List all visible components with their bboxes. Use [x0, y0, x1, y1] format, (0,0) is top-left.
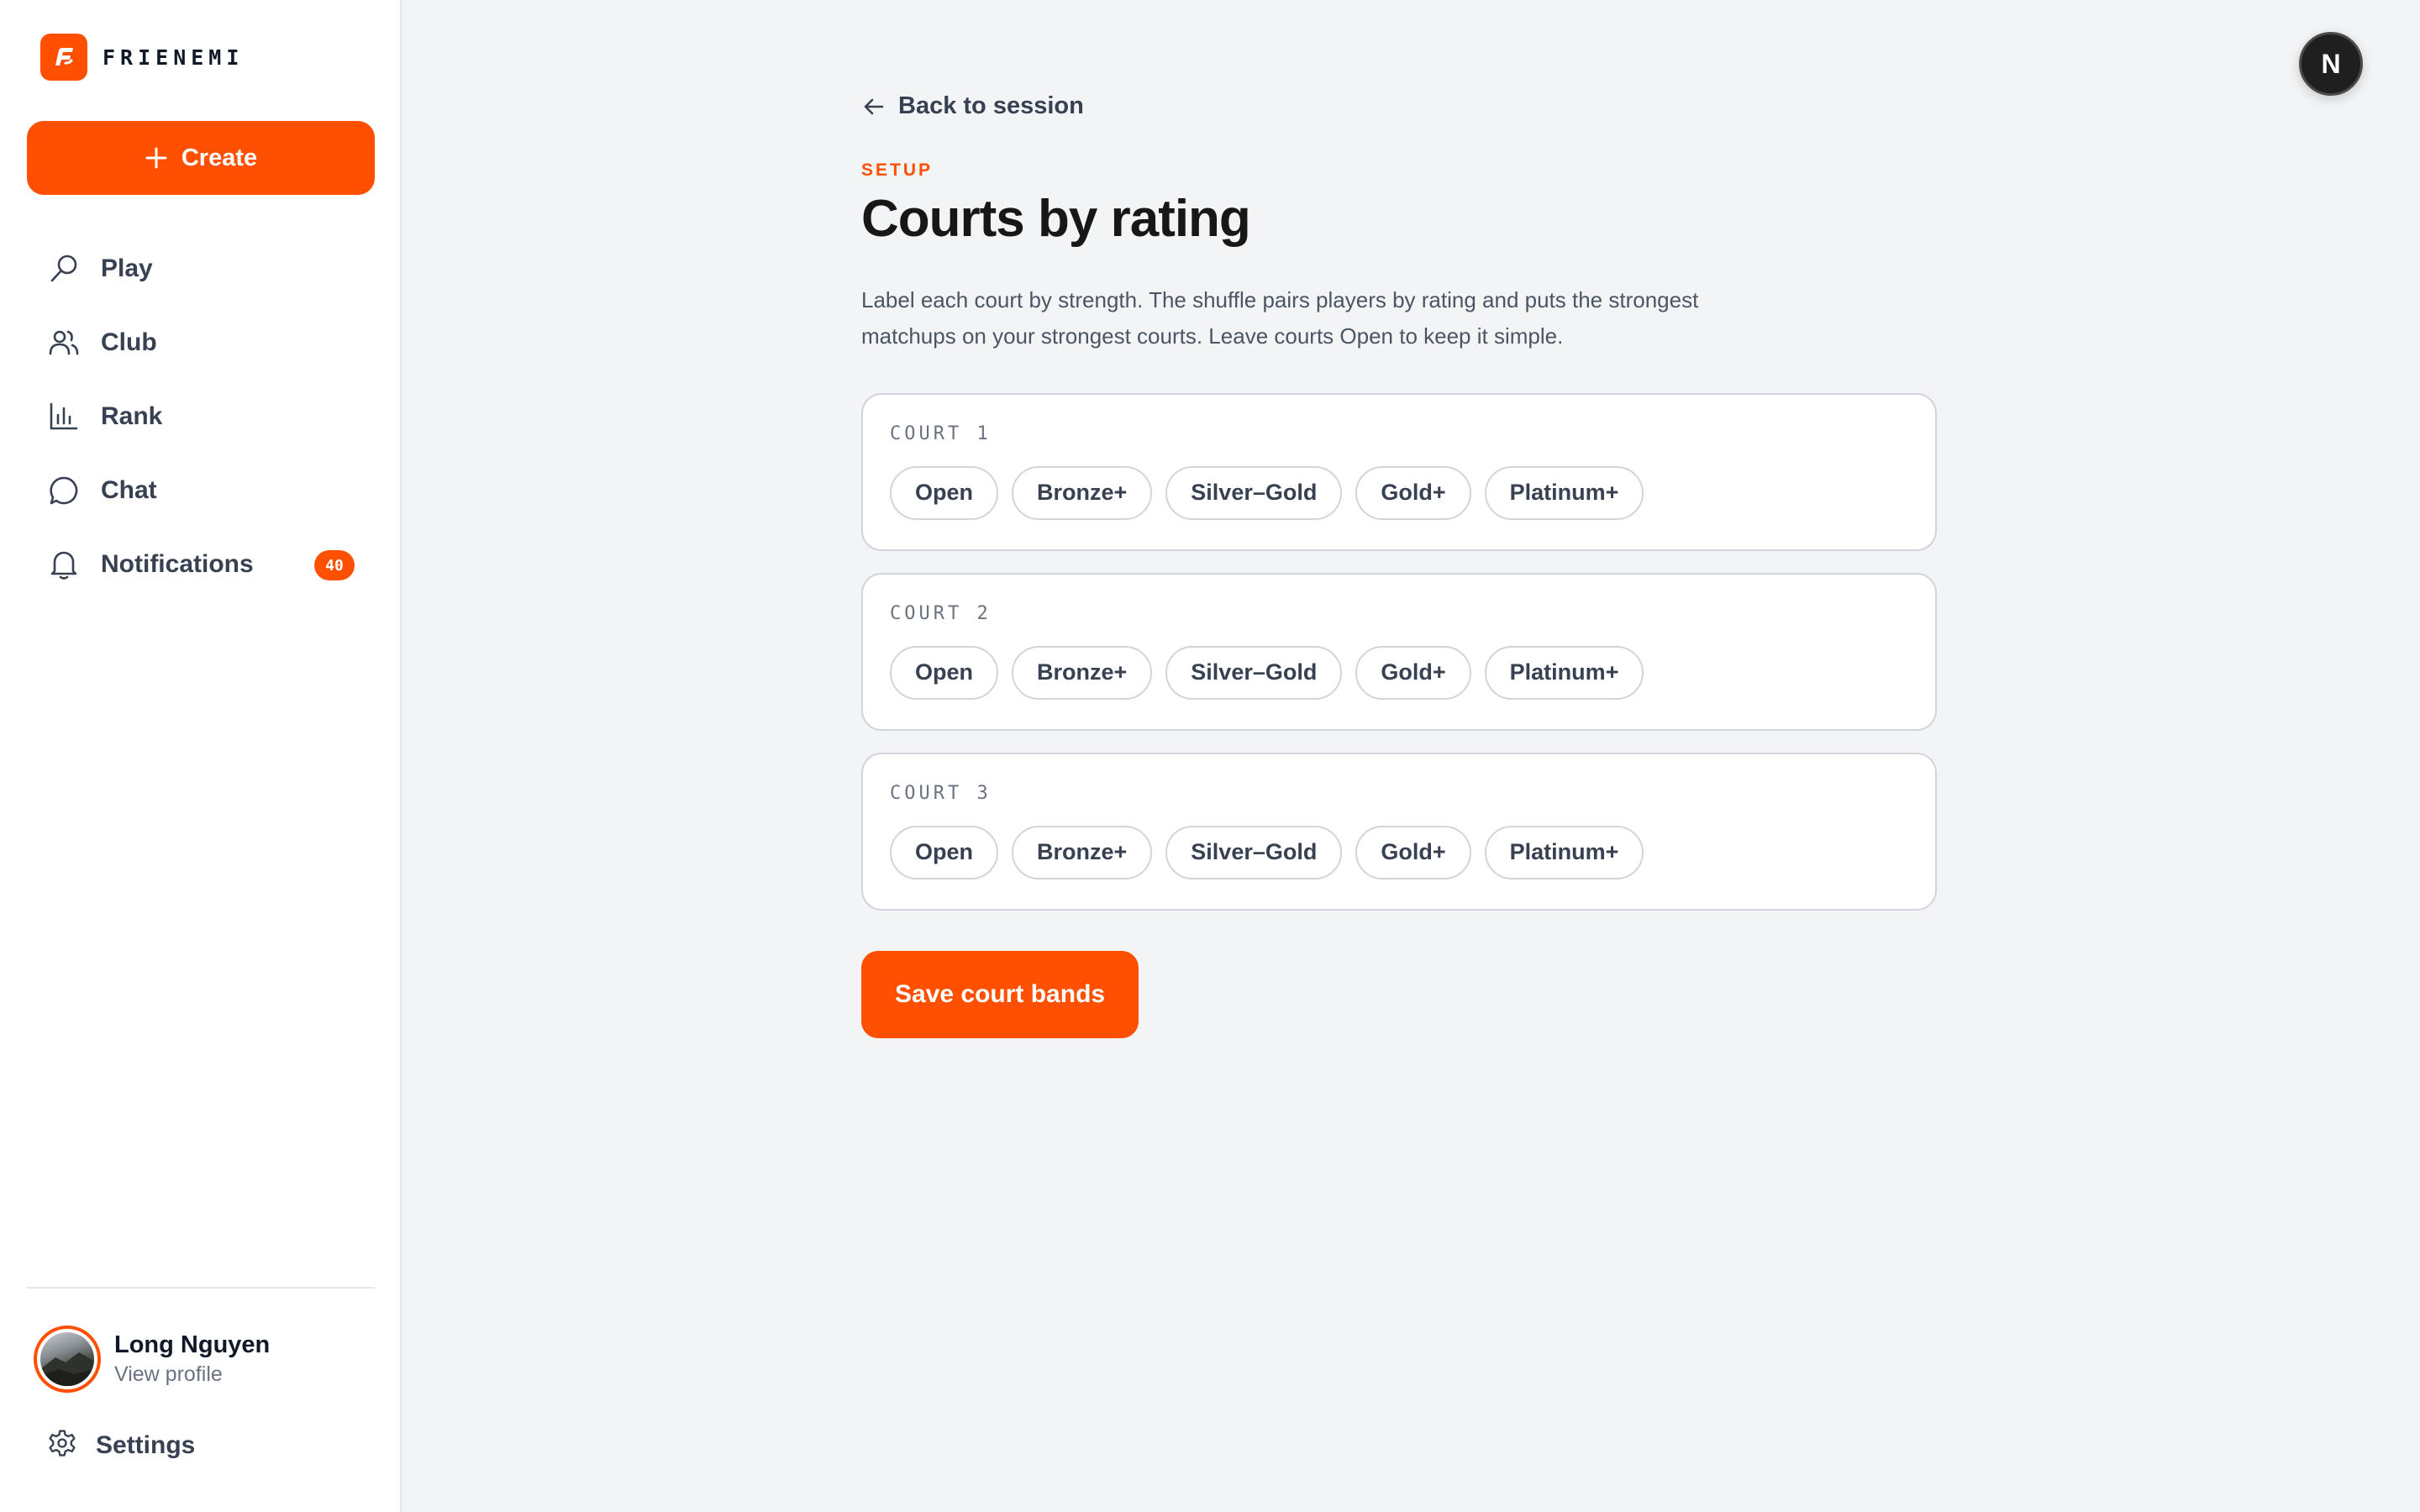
- main-content: Back to session SETUP Courts by rating L…: [861, 92, 1937, 1038]
- rating-band-options: Open Bronze+ Silver–Gold Gold+ Platinum+: [890, 825, 1908, 879]
- court-card: COURT 3 Open Bronze+ Silver–Gold Gold+ P…: [861, 752, 1937, 911]
- band-option-silver-gold[interactable]: Silver–Gold: [1165, 645, 1343, 700]
- racket-icon: [47, 252, 81, 286]
- settings-label: Settings: [96, 1431, 196, 1459]
- band-option-open[interactable]: Open: [890, 645, 999, 700]
- avatar-photo: [40, 1332, 94, 1386]
- bell-icon: [47, 548, 81, 581]
- court-label: COURT 2: [890, 602, 992, 624]
- create-button-label: Create: [181, 144, 258, 171]
- band-option-bronze-plus[interactable]: Bronze+: [1012, 825, 1153, 879]
- sidebar-item-play[interactable]: Play: [27, 232, 375, 306]
- band-option-open[interactable]: Open: [890, 465, 999, 520]
- user-menu-button[interactable]: N: [2299, 32, 2363, 96]
- band-option-bronze-plus[interactable]: Bronze+: [1012, 645, 1153, 700]
- bar-chart-icon: [47, 400, 81, 433]
- back-link-label: Back to session: [898, 92, 1084, 119]
- sidebar-divider: [27, 1287, 375, 1289]
- profile-text: Long Nguyen View profile: [114, 1331, 270, 1387]
- save-court-bands-button[interactable]: Save court bands: [861, 950, 1139, 1038]
- profile-link[interactable]: Long Nguyen View profile: [34, 1326, 270, 1393]
- band-option-bronze-plus[interactable]: Bronze+: [1012, 465, 1153, 520]
- notification-count-badge: 40: [314, 550, 355, 580]
- rating-band-options: Open Bronze+ Silver–Gold Gold+ Platinum+: [890, 645, 1908, 700]
- sidebar-item-notifications[interactable]: Notifications 40: [27, 528, 375, 601]
- page-eyebrow: SETUP: [861, 160, 934, 180]
- back-to-session-link[interactable]: Back to session: [861, 92, 1084, 120]
- brand[interactable]: FRIENEMI: [40, 34, 244, 81]
- court-card: COURT 2 Open Bronze+ Silver–Gold Gold+ P…: [861, 572, 1937, 731]
- arrow-left-icon: [861, 94, 886, 119]
- band-option-open[interactable]: Open: [890, 825, 999, 879]
- court-label: COURT 3: [890, 782, 992, 804]
- rating-band-options: Open Bronze+ Silver–Gold Gold+ Platinum+: [890, 465, 1908, 520]
- band-option-gold-plus[interactable]: Gold+: [1355, 825, 1471, 879]
- sidebar-item-club[interactable]: Club: [27, 306, 375, 380]
- band-option-gold-plus[interactable]: Gold+: [1355, 465, 1471, 520]
- band-option-platinum-plus[interactable]: Platinum+: [1484, 465, 1644, 520]
- profile-name: Long Nguyen: [114, 1331, 271, 1358]
- band-option-gold-plus[interactable]: Gold+: [1355, 645, 1471, 700]
- sidebar-nav: Play Club Rank Chat Notifications 40: [27, 232, 375, 601]
- band-option-platinum-plus[interactable]: Platinum+: [1484, 645, 1644, 700]
- court-card: COURT 1 Open Bronze+ Silver–Gold Gold+ P…: [861, 392, 1937, 551]
- band-option-silver-gold[interactable]: Silver–Gold: [1165, 465, 1343, 520]
- sidebar-item-label: Rank: [101, 402, 163, 430]
- plus-icon: [145, 146, 168, 170]
- frienemi-logo-icon: [40, 34, 87, 81]
- page-description: Label each court by strength. The shuffl…: [861, 286, 1699, 349]
- sidebar-item-label: Notifications: [101, 550, 254, 578]
- avatar: [34, 1326, 101, 1393]
- court-list: COURT 1 Open Bronze+ Silver–Gold Gold+ P…: [861, 392, 1937, 911]
- sidebar-item-label: Play: [101, 255, 153, 282]
- sidebar-item-label: Club: [101, 328, 157, 356]
- page-title: Courts by rating: [861, 189, 1251, 248]
- sidebar: FRIENEMI Create Play Club Rank Chat Noti…: [0, 0, 402, 1512]
- sidebar-item-chat[interactable]: Chat: [27, 454, 375, 528]
- users-icon: [47, 326, 81, 360]
- sidebar-item-rank[interactable]: Rank: [27, 380, 375, 454]
- gear-icon: [47, 1428, 77, 1462]
- court-label: COURT 1: [890, 423, 992, 444]
- band-option-silver-gold[interactable]: Silver–Gold: [1165, 825, 1343, 879]
- sidebar-item-label: Chat: [101, 476, 157, 504]
- brand-name: FRIENEMI: [103, 45, 245, 70]
- create-button[interactable]: Create: [27, 121, 375, 195]
- band-option-platinum-plus[interactable]: Platinum+: [1484, 825, 1644, 879]
- chat-bubble-icon: [47, 474, 81, 507]
- sidebar-item-settings[interactable]: Settings: [47, 1428, 195, 1462]
- view-profile-link[interactable]: View profile: [114, 1362, 270, 1387]
